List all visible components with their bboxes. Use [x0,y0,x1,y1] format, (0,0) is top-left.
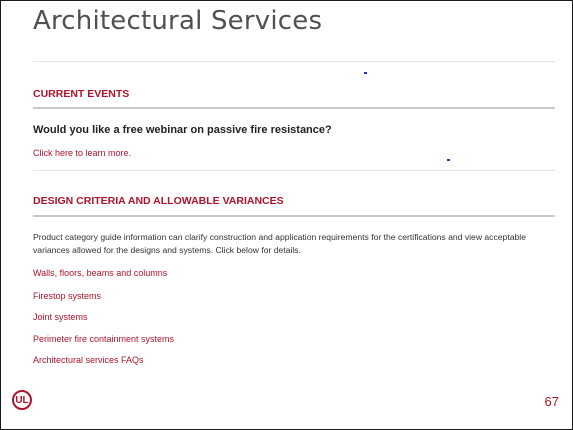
learn-more-link[interactable]: Click here to learn more. [33,148,131,158]
link-architectural-faqs[interactable]: Architectural services FAQs [33,355,144,365]
title-divider [33,61,555,62]
webinar-question: Would you like a free webinar on passive… [33,124,332,136]
design-criteria-description: Product category guide information can c… [33,232,526,255]
current-events-heading: CURRENT EVENTS [33,88,130,100]
design-criteria-divider [33,215,555,217]
events-end-divider [33,170,555,171]
current-events-divider [33,107,555,109]
stray-mark [447,159,450,161]
link-walls-floors-beams-columns[interactable]: Walls, floors, beams and columns [33,268,167,278]
link-firestop-systems[interactable]: Firestop systems [33,291,101,301]
ul-logo: UL [12,390,32,410]
link-joint-systems[interactable]: Joint systems [33,312,88,322]
stray-mark [364,72,367,74]
page-title: Architectural Services [33,6,323,36]
link-perimeter-fire-containment[interactable]: Perimeter fire containment systems [33,334,174,344]
page-number: 67 [544,394,559,409]
design-criteria-heading: DESIGN CRITERIA AND ALLOWABLE VARIANCES [33,195,284,207]
